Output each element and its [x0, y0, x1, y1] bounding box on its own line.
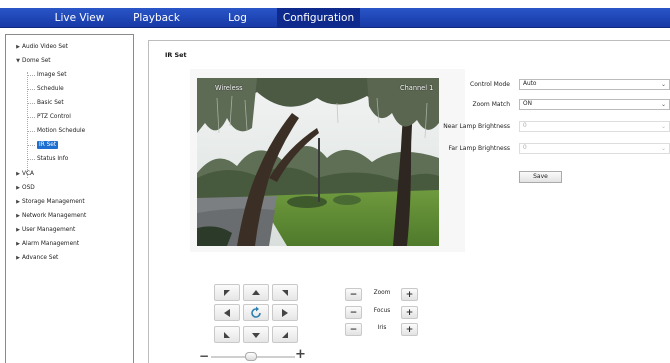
iris-open-button[interactable]: + — [401, 323, 418, 336]
zoom-match-select[interactable]: ON ⌄ — [519, 99, 670, 110]
tree-item-status-info[interactable]: Status Info — [37, 153, 68, 165]
app-window: Live View Playback Log Configuration ▶ Au… — [0, 0, 670, 363]
iris-close-button[interactable]: − — [345, 323, 362, 336]
expand-arrow-icon[interactable]: ▶ — [14, 252, 22, 264]
tree-item-vca[interactable]: ▶ VCA — [14, 168, 34, 180]
chevron-down-icon: ⌄ — [660, 101, 666, 108]
sidebar-tree: ▶ Audio Video Set ▼ Dome Set Image Set Sch… — [5, 34, 134, 363]
tree-item-basic-set[interactable]: Basic Set — [37, 97, 64, 109]
tree-tick — [27, 103, 35, 104]
chevron-down-icon: ⌄ — [660, 145, 666, 152]
collapse-arrow-icon[interactable]: ▼ — [14, 55, 22, 67]
ptz-up-button[interactable] — [243, 284, 269, 301]
tree-item-user-management[interactable]: ▶ User Management — [14, 224, 75, 236]
tree-tick — [27, 145, 35, 146]
tree-tick — [27, 117, 35, 118]
chevron-down-icon: ⌄ — [660, 81, 666, 88]
ptz-speed-slider-handle[interactable] — [245, 352, 257, 361]
control-mode-select[interactable]: Auto ⌄ — [519, 79, 670, 90]
tree-item-osd[interactable]: ▶ OSD — [14, 182, 35, 194]
tree-item-advance-set[interactable]: ▶ Advance Set — [14, 252, 58, 264]
live-video-view[interactable]: Wireless Channel 1 — [197, 78, 439, 246]
osd-label-left: Wireless — [215, 84, 243, 92]
tree-item-schedule[interactable]: Schedule — [37, 83, 64, 95]
tree-item-network-management[interactable]: ▶ Network Management — [14, 210, 86, 222]
far-lamp-brightness-label: Far Lamp Brightness — [448, 145, 511, 152]
top-navigation-bar: Live View Playback Log Configuration — [0, 8, 670, 28]
ptz-right-button[interactable] — [272, 304, 298, 321]
expand-arrow-icon[interactable]: ▶ — [14, 168, 22, 180]
tree-tick — [27, 159, 35, 160]
expand-arrow-icon[interactable]: ▶ — [14, 238, 22, 250]
arrow-down-right-icon — [282, 331, 288, 338]
speed-minus-icon[interactable]: − — [199, 349, 209, 363]
chevron-down-icon: ⌄ — [660, 123, 666, 130]
focus-far-button[interactable]: + — [401, 306, 418, 319]
nav-live-view[interactable]: Live View — [42, 8, 117, 28]
tree-connector-line — [27, 72, 28, 178]
zoom-out-button[interactable]: − — [345, 288, 362, 301]
ptz-down-button[interactable] — [243, 326, 269, 343]
tree-item-ir-set[interactable]: IR Set — [37, 139, 59, 151]
control-mode-label: Control Mode — [470, 81, 510, 88]
ptz-down-right-button[interactable] — [272, 326, 298, 343]
expand-arrow-icon[interactable]: ▶ — [14, 196, 22, 208]
arrow-right-icon — [282, 308, 288, 317]
arrow-down-left-icon — [224, 331, 230, 338]
expand-arrow-icon[interactable]: ▶ — [14, 210, 22, 222]
expand-arrow-icon[interactable]: ▶ — [14, 182, 22, 194]
zoom-in-button[interactable]: + — [401, 288, 418, 301]
save-button[interactable]: Save — [519, 171, 562, 183]
expand-arrow-icon[interactable]: ▶ — [14, 41, 22, 53]
ptz-up-right-button[interactable] — [272, 284, 298, 301]
ptz-auto-rotate-button[interactable] — [243, 304, 269, 321]
arrow-up-left-icon — [224, 289, 230, 296]
focus-label: Focus — [373, 308, 391, 314]
ptz-down-left-button[interactable] — [214, 326, 240, 343]
nav-playback[interactable]: Playback — [124, 8, 189, 28]
tree-item-image-set[interactable]: Image Set — [37, 69, 67, 81]
ptz-left-button[interactable] — [214, 304, 240, 321]
zoom-match-label: Zoom Match — [472, 101, 510, 108]
tree-item-ptz-control[interactable]: PTZ Control — [37, 111, 71, 123]
speed-plus-icon[interactable]: + — [295, 347, 306, 362]
tree-item-dome-set[interactable]: ▼ Dome Set — [14, 55, 51, 67]
tree-tick — [27, 75, 35, 76]
tree-item-storage-management[interactable]: ▶ Storage Management — [14, 196, 85, 208]
arrow-up-icon — [252, 289, 260, 295]
arrow-down-icon — [252, 332, 260, 338]
focus-near-button[interactable]: − — [345, 306, 362, 319]
near-lamp-brightness-select[interactable]: 0 ⌄ — [519, 121, 670, 132]
tree-item-alarm-management[interactable]: ▶ Alarm Management — [14, 238, 79, 250]
arrow-up-right-icon — [282, 289, 288, 296]
tree-item-audio-video-set[interactable]: ▶ Audio Video Set — [14, 41, 68, 53]
auto-rotate-icon — [251, 306, 261, 318]
section-title: IR Set — [165, 51, 187, 59]
nav-log[interactable]: Log — [200, 8, 275, 28]
arrow-left-icon — [224, 308, 230, 317]
iris-label: Iris — [377, 325, 387, 331]
far-lamp-brightness-select[interactable]: 0 ⌄ — [519, 143, 670, 154]
tree-item-motion-schedule[interactable]: Motion Schedule — [37, 125, 85, 137]
ptz-up-left-button[interactable] — [214, 284, 240, 301]
video-scene-image — [197, 78, 439, 246]
zoom-label: Zoom — [373, 290, 391, 296]
near-lamp-brightness-label: Near Lamp Brightness — [443, 123, 510, 130]
tree-tick — [27, 131, 35, 132]
tree-tick — [27, 89, 35, 90]
nav-configuration[interactable]: Configuration — [277, 8, 360, 28]
expand-arrow-icon[interactable]: ▶ — [14, 224, 22, 236]
